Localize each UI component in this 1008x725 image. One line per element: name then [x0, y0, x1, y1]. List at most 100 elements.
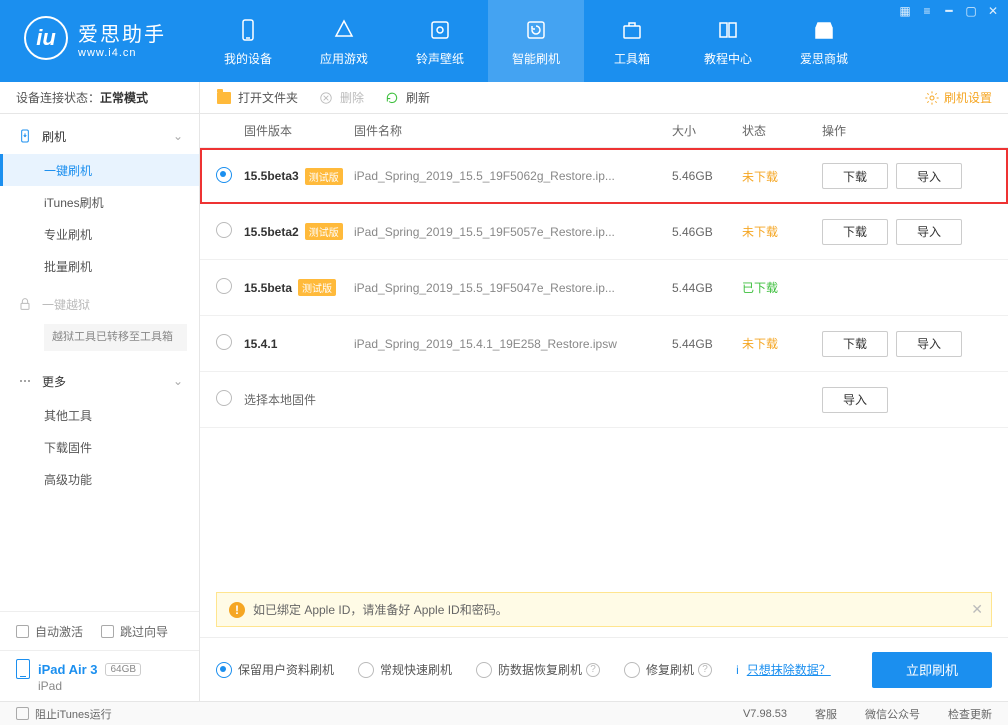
jailbreak-moved-note: 越狱工具已转移至工具箱: [44, 324, 187, 351]
firmware-list: 15.5beta3测试版iPad_Spring_2019_15.5_19F506…: [200, 148, 1008, 372]
col-size: 大小: [672, 122, 742, 139]
delete-icon: [318, 90, 334, 106]
menu-icon[interactable]: ≡: [920, 4, 934, 18]
sidebar-header-label: 一键越狱: [42, 296, 90, 313]
sidebar-header-flash[interactable]: 刷机 ⌄: [0, 118, 199, 154]
option-preserve-data[interactable]: 保留用户资料刷机: [216, 661, 334, 678]
nav-ringtones[interactable]: 铃声壁纸: [392, 0, 488, 82]
nav-apps-games[interactable]: 应用游戏: [296, 0, 392, 82]
device-type: iPad: [16, 679, 183, 693]
download-button[interactable]: 下载: [822, 163, 888, 189]
erase-link[interactable]: 只想抹除数据？: [747, 661, 831, 678]
option-repair-flash[interactable]: 修复刷机 ?: [624, 661, 712, 678]
option-normal-flash[interactable]: 常规快速刷机: [358, 661, 452, 678]
download-button[interactable]: 下载: [822, 219, 888, 245]
firmware-row[interactable]: 15.5beta测试版iPad_Spring_2019_15.5_19F5047…: [200, 260, 1008, 316]
nav-tutorials[interactable]: 教程中心: [680, 0, 776, 82]
sidebar-item-advanced[interactable]: 高级功能: [0, 463, 199, 495]
toolbar: 打开文件夹 删除 刷新 刷机设置: [200, 82, 1008, 114]
side-bottom-options: 自动激活 跳过向导: [0, 611, 199, 650]
refresh-button[interactable]: 刷新: [384, 89, 430, 106]
sidebar-item-other-tools[interactable]: 其他工具: [0, 399, 199, 431]
local-firmware-radio[interactable]: [216, 390, 232, 406]
auto-activate-checkbox[interactable]: [16, 625, 29, 638]
main-panel: 打开文件夹 删除 刷新 刷机设置 固件版本 固件名称 大小 状态 操作: [200, 82, 1008, 701]
sidebar-item-pro-flash[interactable]: 专业刷机: [0, 218, 199, 250]
firmware-row[interactable]: 15.5beta3测试版iPad_Spring_2019_15.5_19F506…: [200, 148, 1008, 204]
delete-button[interactable]: 删除: [318, 89, 364, 106]
list-icon[interactable]: ▦: [898, 4, 912, 18]
firmware-version: 15.5beta: [244, 281, 292, 295]
nav-my-device[interactable]: 我的设备: [200, 0, 296, 82]
firmware-size: 5.46GB: [672, 225, 742, 239]
help-icon[interactable]: ?: [698, 663, 712, 677]
content: 设备连接状态： 正常模式 刷机 ⌄ 一键刷机 iTunes刷机 专业刷机 批量刷…: [0, 82, 1008, 701]
option-anti-recovery-flash[interactable]: 防数据恢复刷机 ?: [476, 661, 600, 678]
option-radio[interactable]: [476, 662, 492, 678]
device-card[interactable]: iPad Air 3 64GB iPad: [0, 650, 199, 701]
more-icon: [16, 372, 34, 390]
skip-guide-checkbox[interactable]: [101, 625, 114, 638]
firmware-radio[interactable]: [216, 167, 232, 183]
chevron-down-icon: ⌄: [173, 374, 183, 388]
device-connect-status: 设备连接状态： 正常模式: [0, 82, 199, 114]
sidebar-header-more[interactable]: 更多 ⌄: [0, 363, 199, 399]
close-icon[interactable]: ✕: [986, 4, 1000, 18]
maximize-icon[interactable]: ▢: [964, 4, 978, 18]
local-firmware-row: 选择本地固件 导入: [200, 372, 1008, 428]
import-local-button[interactable]: 导入: [822, 387, 888, 413]
app-version: V7.98.53: [743, 708, 787, 720]
import-button[interactable]: 导入: [896, 331, 962, 357]
device-capacity: 64GB: [105, 663, 141, 676]
firmware-radio[interactable]: [216, 222, 232, 238]
help-icon[interactable]: ?: [586, 663, 600, 677]
top-nav: 我的设备 应用游戏 铃声壁纸 智能刷机 工具箱 教程中心 爱思商城: [200, 0, 872, 82]
firmware-radio[interactable]: [216, 334, 232, 350]
block-itunes-checkbox[interactable]: [16, 707, 29, 720]
sidebar-item-download-firmware[interactable]: 下载固件: [0, 431, 199, 463]
support-button[interactable]: 客服: [815, 706, 837, 722]
minimize-icon[interactable]: ━: [942, 4, 956, 18]
auto-activate-label: 自动激活: [35, 623, 83, 640]
chevron-down-icon: ⌄: [173, 129, 183, 143]
sidebar-item-one-key-flash[interactable]: 一键刷机: [0, 154, 199, 186]
flash-settings-button[interactable]: 刷机设置: [924, 89, 992, 106]
sidebar: 设备连接状态： 正常模式 刷机 ⌄ 一键刷机 iTunes刷机 专业刷机 批量刷…: [0, 82, 200, 701]
option-radio[interactable]: [624, 662, 640, 678]
firmware-version: 15.4.1: [244, 337, 277, 351]
firmware-status: 已下载: [742, 279, 822, 296]
notice-close-button[interactable]: ✕: [971, 601, 983, 618]
firmware-row[interactable]: 15.4.1iPad_Spring_2019_15.4.1_19E258_Res…: [200, 316, 1008, 372]
firmware-radio[interactable]: [216, 278, 232, 294]
flash-now-button[interactable]: 立即刷机: [872, 652, 992, 688]
nav-label: 我的设备: [224, 50, 272, 67]
import-button[interactable]: 导入: [896, 219, 962, 245]
check-update-button[interactable]: 检查更新: [948, 706, 992, 722]
download-button[interactable]: 下载: [822, 331, 888, 357]
lock-icon: [16, 295, 34, 313]
sidebar-item-itunes-flash[interactable]: iTunes刷机: [0, 186, 199, 218]
import-button[interactable]: 导入: [896, 163, 962, 189]
flash-options-bar: 保留用户资料刷机 常规快速刷机 防数据恢复刷机 ? 修复刷机 ? i 只想抹除数…: [200, 637, 1008, 701]
firmware-size: 5.44GB: [672, 337, 742, 351]
firmware-status: 未下载: [742, 223, 822, 240]
firmware-name: iPad_Spring_2019_15.5_19F5047e_Restore.i…: [354, 281, 672, 295]
apple-id-notice: ! 如已绑定 Apple ID，请准备好 Apple ID和密码。 ✕: [216, 592, 992, 627]
firmware-size: 5.46GB: [672, 169, 742, 183]
info-icon[interactable]: i: [736, 663, 739, 677]
option-radio[interactable]: [358, 662, 374, 678]
nav-label: 智能刷机: [512, 50, 560, 67]
open-folder-button[interactable]: 打开文件夹: [216, 89, 298, 106]
wechat-button[interactable]: 微信公众号: [865, 706, 920, 722]
nav-label: 应用游戏: [320, 50, 368, 67]
option-radio[interactable]: [216, 662, 232, 678]
apps-icon: [332, 16, 356, 44]
nav-toolbox[interactable]: 工具箱: [584, 0, 680, 82]
nav-store[interactable]: 爱思商城: [776, 0, 872, 82]
firmware-status: 未下载: [742, 335, 822, 352]
status-label: 设备连接状态：: [16, 89, 100, 106]
firmware-row[interactable]: 15.5beta2测试版iPad_Spring_2019_15.5_19F505…: [200, 204, 1008, 260]
sidebar-item-batch-flash[interactable]: 批量刷机: [0, 250, 199, 282]
gear-icon: [924, 90, 940, 106]
nav-smart-flash[interactable]: 智能刷机: [488, 0, 584, 82]
